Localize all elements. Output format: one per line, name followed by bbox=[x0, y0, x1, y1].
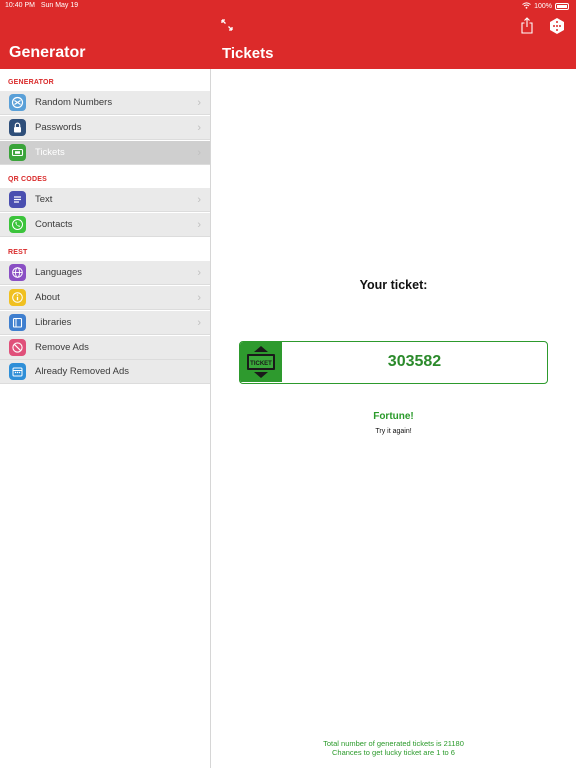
lucky-chance-text: Chances to get lucky ticket are 1 to 6 bbox=[332, 748, 455, 757]
sidebar-item-text[interactable]: Text › bbox=[0, 188, 210, 212]
book-icon bbox=[9, 314, 26, 331]
sidebar-item-label: Already Removed Ads bbox=[35, 366, 129, 377]
share-icon[interactable] bbox=[520, 17, 534, 34]
sidebar-item-label: Libraries bbox=[35, 317, 72, 328]
status-bar: 10:40 PM Sun May 19 100% bbox=[0, 0, 576, 14]
page-title: Tickets bbox=[222, 45, 274, 62]
sidebar-item-label: Languages bbox=[35, 267, 83, 278]
your-ticket-label: Your ticket: bbox=[359, 278, 428, 292]
chevron-right-icon: › bbox=[197, 266, 201, 279]
chevron-right-icon: › bbox=[197, 193, 201, 206]
section-title-qr-codes: QR CODES bbox=[8, 176, 47, 183]
ticket-number: 303582 bbox=[387, 353, 442, 370]
status-right: 100% bbox=[522, 2, 569, 11]
section-title-rest: REST bbox=[8, 249, 28, 256]
random-numbers-icon bbox=[9, 94, 26, 111]
sidebar-item-label: Text bbox=[35, 194, 53, 205]
dice-icon[interactable] bbox=[548, 17, 566, 35]
sidebar-item-already-removed-ads[interactable]: Already Removed Ads bbox=[0, 360, 210, 384]
sidebar-item-contacts[interactable]: Contacts › bbox=[0, 213, 210, 237]
sidebar-item-label: Contacts bbox=[35, 219, 73, 230]
result-subtitle: Try it again! bbox=[375, 428, 412, 435]
battery-icon bbox=[555, 3, 569, 10]
chevron-right-icon: › bbox=[197, 121, 201, 134]
result-title: Fortune! bbox=[373, 411, 414, 422]
sidebar-item-label: Passwords bbox=[35, 122, 82, 133]
status-time-text: 10:40 PM bbox=[5, 2, 35, 9]
sidebar-item-tickets[interactable]: Tickets › bbox=[0, 141, 210, 165]
sidebar-item-label: About bbox=[35, 292, 60, 303]
sidebar-item-languages[interactable]: Languages › bbox=[0, 261, 210, 285]
status-date: Sun May 19 bbox=[40, 2, 79, 9]
sidebar: Generator GENERATOR Random Numbers › Pas… bbox=[0, 0, 211, 768]
text-icon bbox=[9, 191, 26, 208]
sidebar-item-remove-ads[interactable]: Remove Ads bbox=[0, 336, 210, 360]
expand-icon[interactable] bbox=[220, 18, 234, 32]
sidebar-item-label: Remove Ads bbox=[35, 342, 89, 353]
chevron-right-icon: › bbox=[197, 291, 201, 304]
globe-icon bbox=[9, 264, 26, 281]
chevron-right-icon: › bbox=[197, 96, 201, 109]
sidebar-item-random-numbers[interactable]: Random Numbers › bbox=[0, 91, 210, 115]
phone-icon bbox=[9, 216, 26, 233]
calendar-icon bbox=[9, 363, 26, 380]
section-title-generator: GENERATOR bbox=[8, 79, 54, 86]
ticket-icon: TICKET bbox=[240, 342, 282, 382]
svg-text:TICKET: TICKET bbox=[250, 361, 272, 367]
lock-icon bbox=[9, 119, 26, 136]
no-ads-icon bbox=[9, 339, 26, 356]
sidebar-header: Generator bbox=[0, 14, 211, 69]
status-time: 10:40 PM Sun May 19 bbox=[5, 2, 78, 9]
total-tickets-text: Total number of generated tickets is 211… bbox=[323, 739, 464, 748]
ticket-display: TICKET 303582 bbox=[239, 341, 548, 384]
sidebar-item-label: Random Numbers bbox=[35, 97, 113, 108]
chevron-right-icon: › bbox=[197, 316, 201, 329]
sidebar-item-libraries[interactable]: Libraries › bbox=[0, 311, 210, 335]
info-icon bbox=[9, 289, 26, 306]
chevron-right-icon: › bbox=[197, 146, 201, 159]
ticket-icon bbox=[9, 144, 26, 161]
battery-percent: 100% bbox=[534, 3, 552, 10]
sidebar-item-passwords[interactable]: Passwords › bbox=[0, 116, 210, 140]
chevron-right-icon: › bbox=[197, 218, 201, 231]
sidebar-item-about[interactable]: About › bbox=[0, 286, 210, 310]
sidebar-item-label: Tickets bbox=[35, 147, 65, 158]
wifi-icon bbox=[522, 2, 531, 11]
sidebar-title: Generator bbox=[9, 44, 86, 61]
